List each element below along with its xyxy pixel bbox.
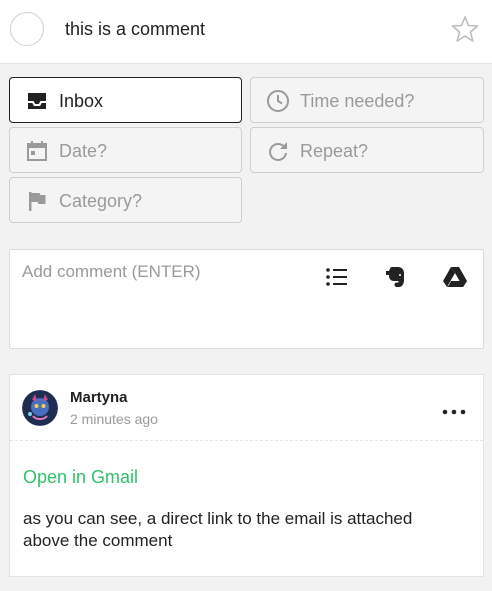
add-comment-box xyxy=(9,249,484,349)
category-field[interactable]: Category? xyxy=(9,177,242,223)
comment-author: Martyna xyxy=(70,389,128,406)
repeat-icon xyxy=(269,142,287,161)
date-field[interactable]: Date? xyxy=(9,127,242,173)
evernote-icon[interactable] xyxy=(383,264,409,290)
complete-task-checkbox[interactable] xyxy=(10,12,44,46)
comment-divider xyxy=(10,440,483,441)
repeat-label: Repeat? xyxy=(300,141,369,161)
calendar-icon xyxy=(27,141,47,161)
category-label: Category? xyxy=(59,191,143,211)
time-needed-field[interactable]: Time needed? xyxy=(250,77,484,123)
inbox-label: Inbox xyxy=(59,91,104,111)
avatar xyxy=(22,390,58,426)
google-drive-icon[interactable] xyxy=(442,264,468,290)
star-icon[interactable] xyxy=(450,14,480,44)
open-in-gmail-link[interactable]: Open in Gmail xyxy=(23,467,138,488)
comment-timestamp: 2 minutes ago xyxy=(70,411,158,427)
comment-card: Martyna 2 minutes ago Open in Gmail as y… xyxy=(9,374,484,577)
task-title[interactable]: this is a comment xyxy=(65,19,205,40)
list-icon[interactable] xyxy=(324,264,350,290)
comment-text: as you can see, a direct link to the ema… xyxy=(23,509,413,550)
flag-icon xyxy=(29,192,46,211)
date-label: Date? xyxy=(59,141,108,161)
repeat-field[interactable]: Repeat? xyxy=(250,127,484,173)
inbox-field[interactable]: Inbox xyxy=(9,77,242,123)
more-options-icon[interactable] xyxy=(440,401,470,421)
time-needed-label: Time needed? xyxy=(300,91,415,111)
inbox-icon xyxy=(28,93,46,109)
clock-icon xyxy=(267,90,289,112)
comment-input[interactable] xyxy=(22,260,312,284)
task-header: this is a comment xyxy=(0,0,492,64)
